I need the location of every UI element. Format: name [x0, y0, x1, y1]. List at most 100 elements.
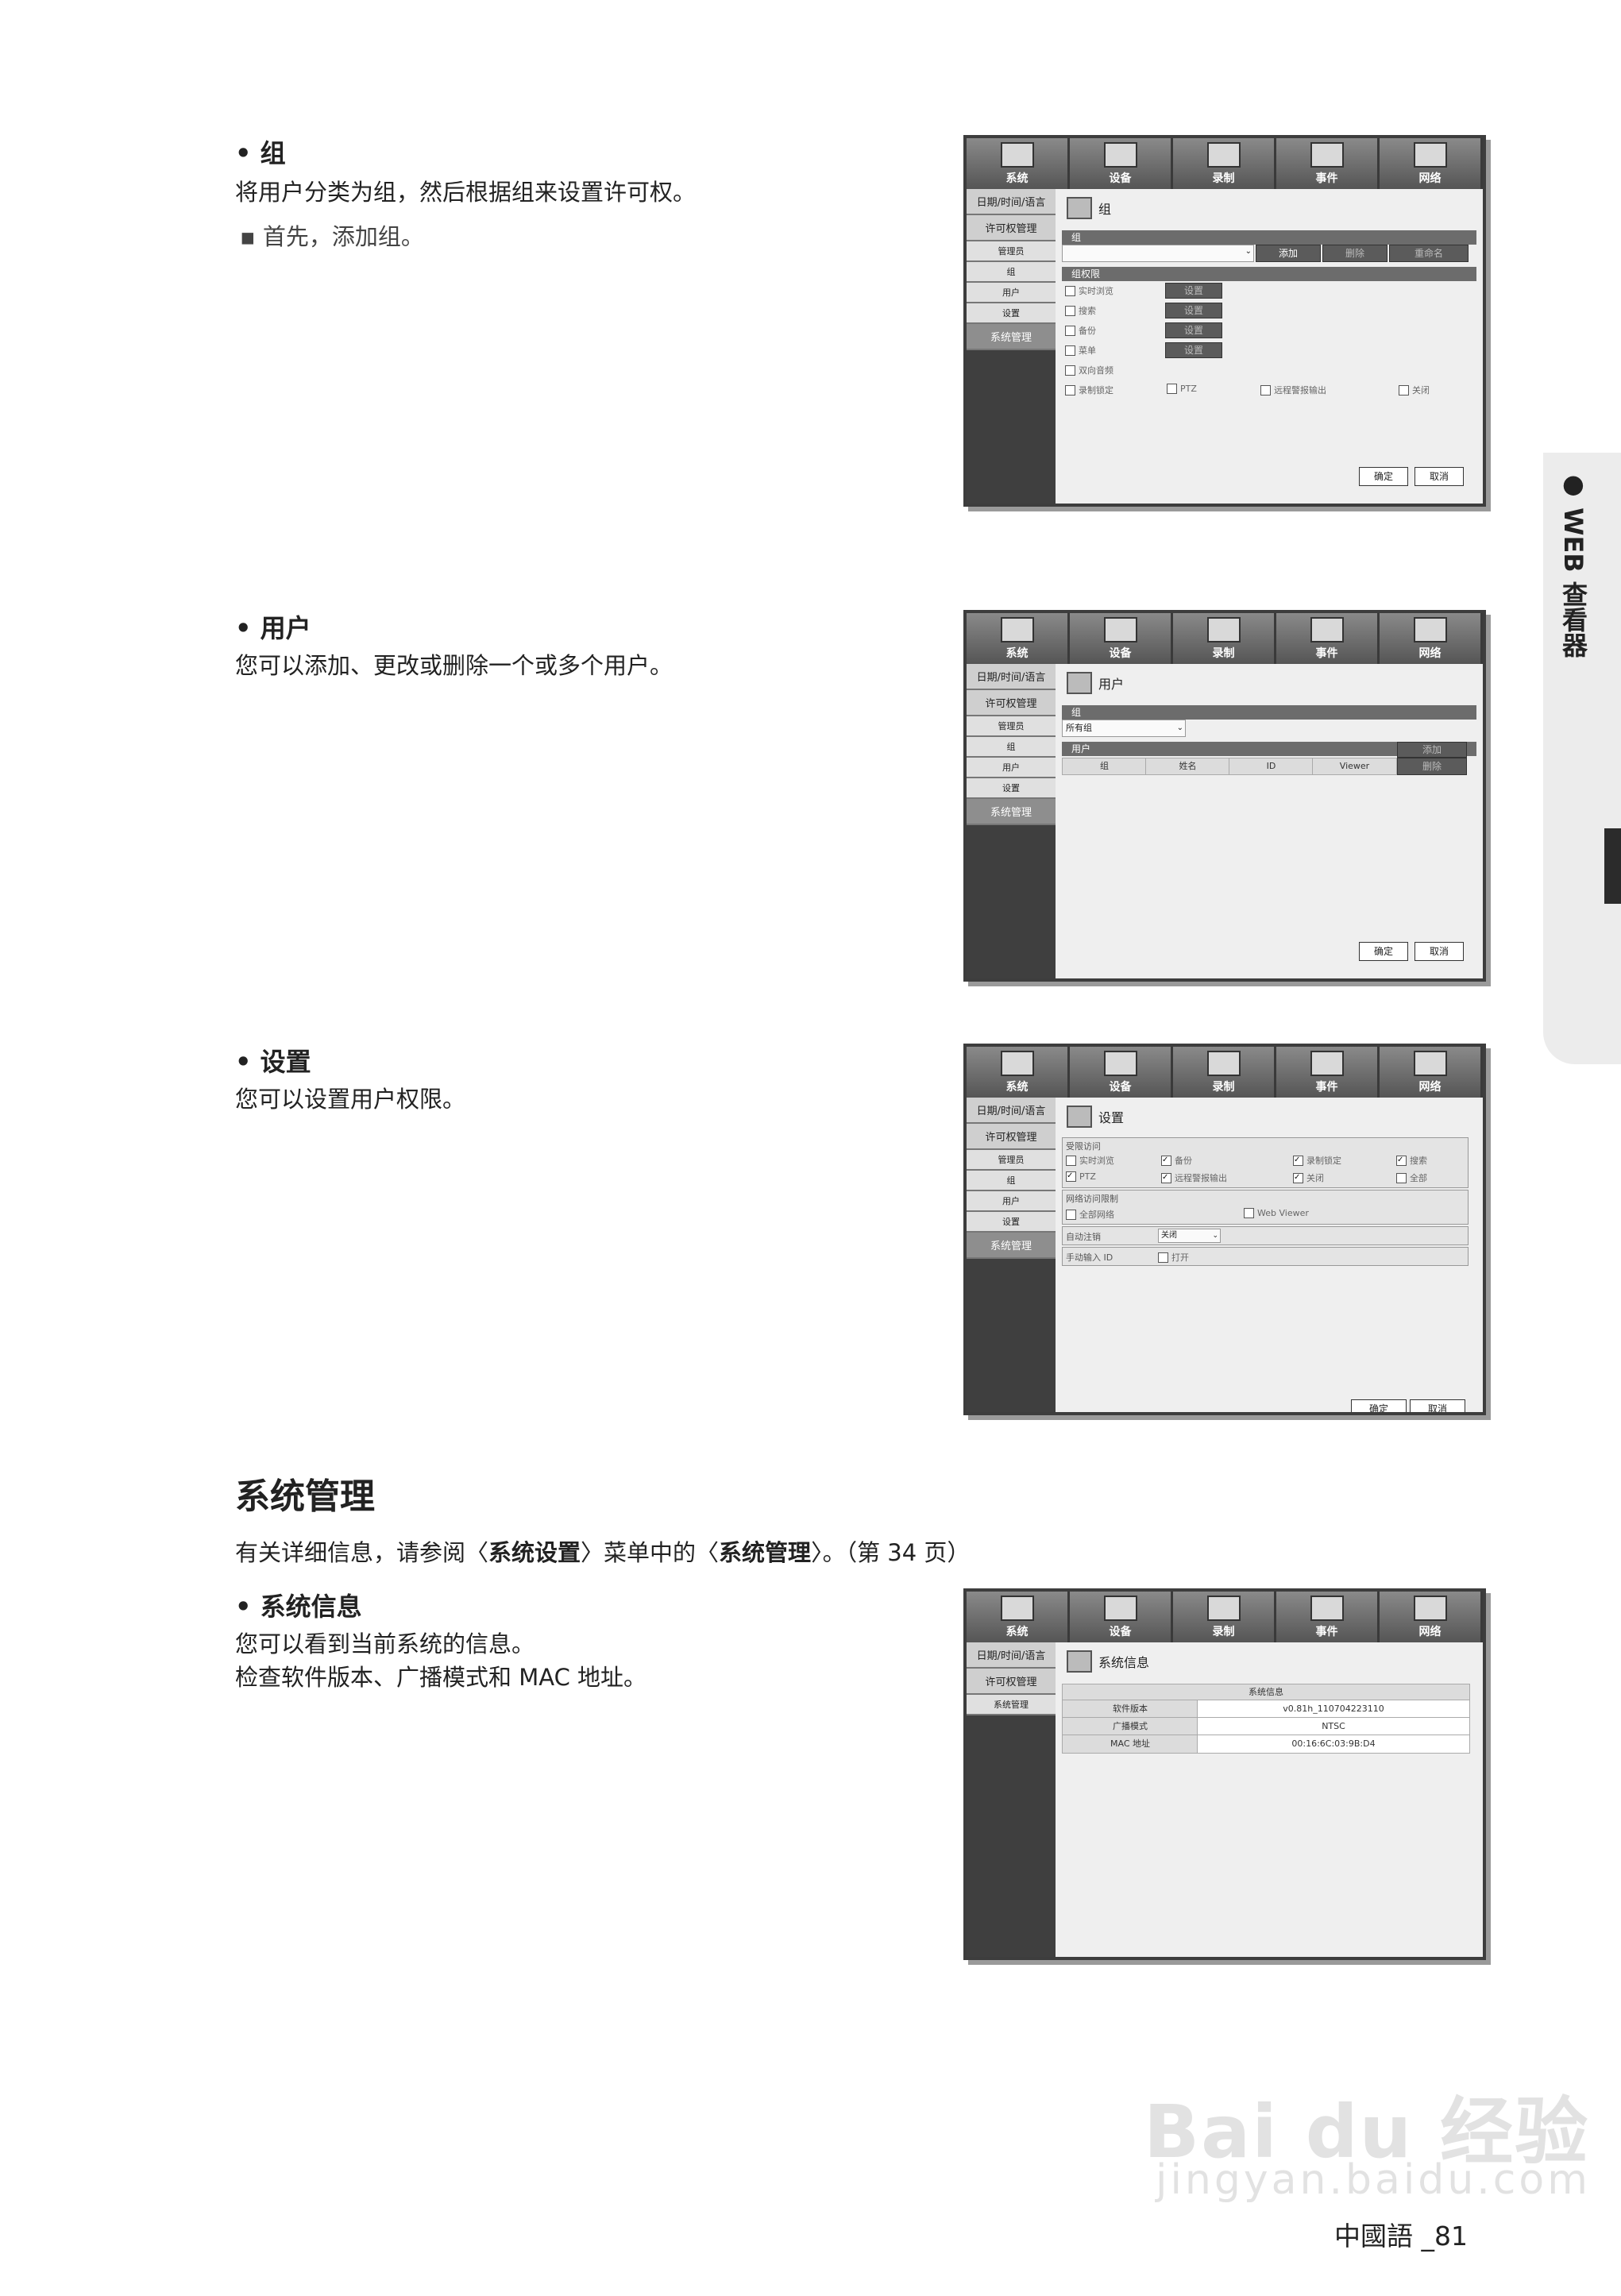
- perm-row[interactable]: 实时浏览: [1065, 284, 1113, 297]
- nav-sysmgmt[interactable]: 系统管理: [967, 1695, 1056, 1715]
- nav-group[interactable]: 组: [967, 737, 1056, 758]
- limit-all[interactable]: 全部: [1396, 1171, 1427, 1184]
- perm-ptz[interactable]: PTZ: [1167, 384, 1197, 394]
- ok-button[interactable]: 确定: [1359, 467, 1408, 486]
- nav-group[interactable]: 组: [967, 1171, 1056, 1191]
- page-number: 中國語 _81: [1334, 2221, 1468, 2252]
- page-icon: [1067, 672, 1092, 694]
- nav-record[interactable]: 录制: [1173, 138, 1276, 189]
- nav-setting[interactable]: 设置: [967, 303, 1056, 324]
- perm-row[interactable]: 搜索: [1065, 304, 1096, 317]
- nav-network[interactable]: 网络: [1380, 138, 1483, 189]
- nav-sysmgmt[interactable]: 系统管理: [967, 799, 1056, 825]
- nav-event[interactable]: 事件: [1276, 138, 1380, 189]
- user-screenshot: 系统 设备 录制 事件 网络 日期/时间/语言 许可权管理 管理员 组 用户 设…: [963, 610, 1486, 982]
- set-button[interactable]: 设置: [1165, 303, 1222, 318]
- nav-user[interactable]: 用户: [967, 283, 1056, 303]
- nav-device[interactable]: 设备: [1070, 1047, 1173, 1098]
- info-value: v0.81h_110704223110: [1197, 1700, 1470, 1719]
- nav-perm[interactable]: 许可权管理: [967, 1669, 1056, 1695]
- nav-admin[interactable]: 管理员: [967, 1150, 1056, 1171]
- limit-ptz[interactable]: PTZ: [1066, 1171, 1096, 1182]
- manual-id-toggle[interactable]: 打开: [1158, 1251, 1189, 1264]
- set-button[interactable]: 设置: [1165, 283, 1222, 299]
- nav-perm[interactable]: 许可权管理: [967, 690, 1056, 716]
- net-web[interactable]: Web Viewer: [1244, 1208, 1309, 1218]
- nav-perm[interactable]: 许可权管理: [967, 1124, 1056, 1150]
- perm-alarm[interactable]: 远程警报输出: [1260, 384, 1326, 396]
- nav-admin[interactable]: 管理员: [967, 241, 1056, 262]
- cancel-button[interactable]: 取消: [1410, 1399, 1465, 1412]
- nav-network[interactable]: 网络: [1380, 1047, 1483, 1098]
- limit-title: 受限访问: [1066, 1141, 1101, 1152]
- nav-network[interactable]: 网络: [1380, 613, 1483, 664]
- nav-device[interactable]: 设备: [1070, 1592, 1173, 1642]
- camera-icon: [1103, 1596, 1137, 1621]
- perm-row[interactable]: 菜单: [1065, 344, 1096, 357]
- limit-reclock[interactable]: 录制锁定: [1293, 1154, 1341, 1167]
- top-nav: 系统 设备 录制 事件 网络: [967, 613, 1483, 664]
- delete-button[interactable]: 删除: [1322, 245, 1387, 262]
- perm-record-lock[interactable]: 录制锁定: [1065, 384, 1113, 396]
- auto-logout-select[interactable]: 关闭 ⌄: [1158, 1229, 1221, 1243]
- perm-close[interactable]: 关闭: [1399, 384, 1430, 396]
- add-button[interactable]: 添加: [1256, 245, 1321, 262]
- side-nav: 日期/时间/语言 许可权管理 管理员 组 用户 设置 系统管理: [967, 189, 1056, 504]
- cancel-button[interactable]: 取消: [1415, 942, 1464, 961]
- nav-datetime[interactable]: 日期/时间/语言: [967, 664, 1056, 690]
- nav-setting[interactable]: 设置: [967, 778, 1056, 799]
- nav-device[interactable]: 设备: [1070, 613, 1173, 664]
- ok-button[interactable]: 确定: [1351, 1399, 1407, 1412]
- nav-datetime[interactable]: 日期/时间/语言: [967, 1098, 1056, 1124]
- add-button[interactable]: 添加: [1397, 742, 1467, 758]
- limit-alarm[interactable]: 远程警报输出: [1161, 1171, 1227, 1184]
- nav-record[interactable]: 录制: [1173, 1047, 1276, 1098]
- net-all[interactable]: 全部网络: [1066, 1208, 1114, 1221]
- nav-user[interactable]: 用户: [967, 1191, 1056, 1212]
- col-id: ID: [1229, 758, 1314, 775]
- nav-perm[interactable]: 许可权管理: [967, 215, 1056, 241]
- page-icon: [1067, 1650, 1092, 1673]
- nav-sysmgmt[interactable]: 系统管理: [967, 1233, 1056, 1259]
- limit-search[interactable]: 搜索: [1396, 1154, 1427, 1167]
- event-icon: [1310, 1596, 1344, 1621]
- limit-live[interactable]: 实时浏览: [1066, 1154, 1114, 1167]
- nav-record[interactable]: 录制: [1173, 1592, 1276, 1642]
- nav-record[interactable]: 录制: [1173, 613, 1276, 664]
- ok-button[interactable]: 确定: [1359, 942, 1408, 961]
- nav-system[interactable]: 系统: [967, 138, 1070, 189]
- group-select[interactable]: 所有组 ⌄: [1062, 720, 1186, 737]
- network-icon: [1413, 1596, 1447, 1621]
- nav-system[interactable]: 系统: [967, 1592, 1070, 1642]
- group-select[interactable]: ⌄: [1062, 245, 1254, 262]
- rename-button[interactable]: 重命名: [1389, 245, 1469, 262]
- nav-sysmgmt[interactable]: 系统管理: [967, 324, 1056, 350]
- nav-setting[interactable]: 设置: [967, 1212, 1056, 1233]
- nav-admin[interactable]: 管理员: [967, 716, 1056, 737]
- nav-user[interactable]: 用户: [967, 758, 1056, 778]
- nav-device[interactable]: 设备: [1070, 138, 1173, 189]
- nav-event[interactable]: 事件: [1276, 1592, 1380, 1642]
- content-area: 设置 受限访问 实时浏览 备份 录制锁定 搜索 PTZ 远程警报输出 关闭 全部…: [1056, 1098, 1483, 1412]
- delete-button[interactable]: 删除: [1397, 758, 1467, 775]
- nav-network[interactable]: 网络: [1380, 1592, 1483, 1642]
- monitor-icon: [1000, 1051, 1034, 1076]
- set-button[interactable]: 设置: [1165, 342, 1222, 358]
- cancel-button[interactable]: 取消: [1415, 467, 1464, 486]
- nav-group[interactable]: 组: [967, 262, 1056, 283]
- nav-system[interactable]: 系统: [967, 1047, 1070, 1098]
- set-button[interactable]: 设置: [1165, 322, 1222, 338]
- nav-datetime[interactable]: 日期/时间/语言: [967, 189, 1056, 215]
- perm-row[interactable]: 备份: [1065, 324, 1096, 337]
- event-icon: [1310, 1051, 1344, 1076]
- limit-close[interactable]: 关闭: [1293, 1171, 1324, 1184]
- nav-event[interactable]: 事件: [1276, 613, 1380, 664]
- auto-logout-label: 自动注销: [1066, 1232, 1101, 1242]
- top-nav: 系统 设备 录制 事件 网络: [967, 1592, 1483, 1642]
- perm-row[interactable]: 双向音频: [1065, 364, 1113, 376]
- nav-event[interactable]: 事件: [1276, 1047, 1380, 1098]
- limit-backup[interactable]: 备份: [1161, 1154, 1192, 1167]
- sysinfo-screenshot: 系统 设备 录制 事件 网络 日期/时间/语言 许可权管理 系统管理 系统信息 …: [963, 1588, 1486, 1960]
- nav-datetime[interactable]: 日期/时间/语言: [967, 1642, 1056, 1669]
- nav-system[interactable]: 系统: [967, 613, 1070, 664]
